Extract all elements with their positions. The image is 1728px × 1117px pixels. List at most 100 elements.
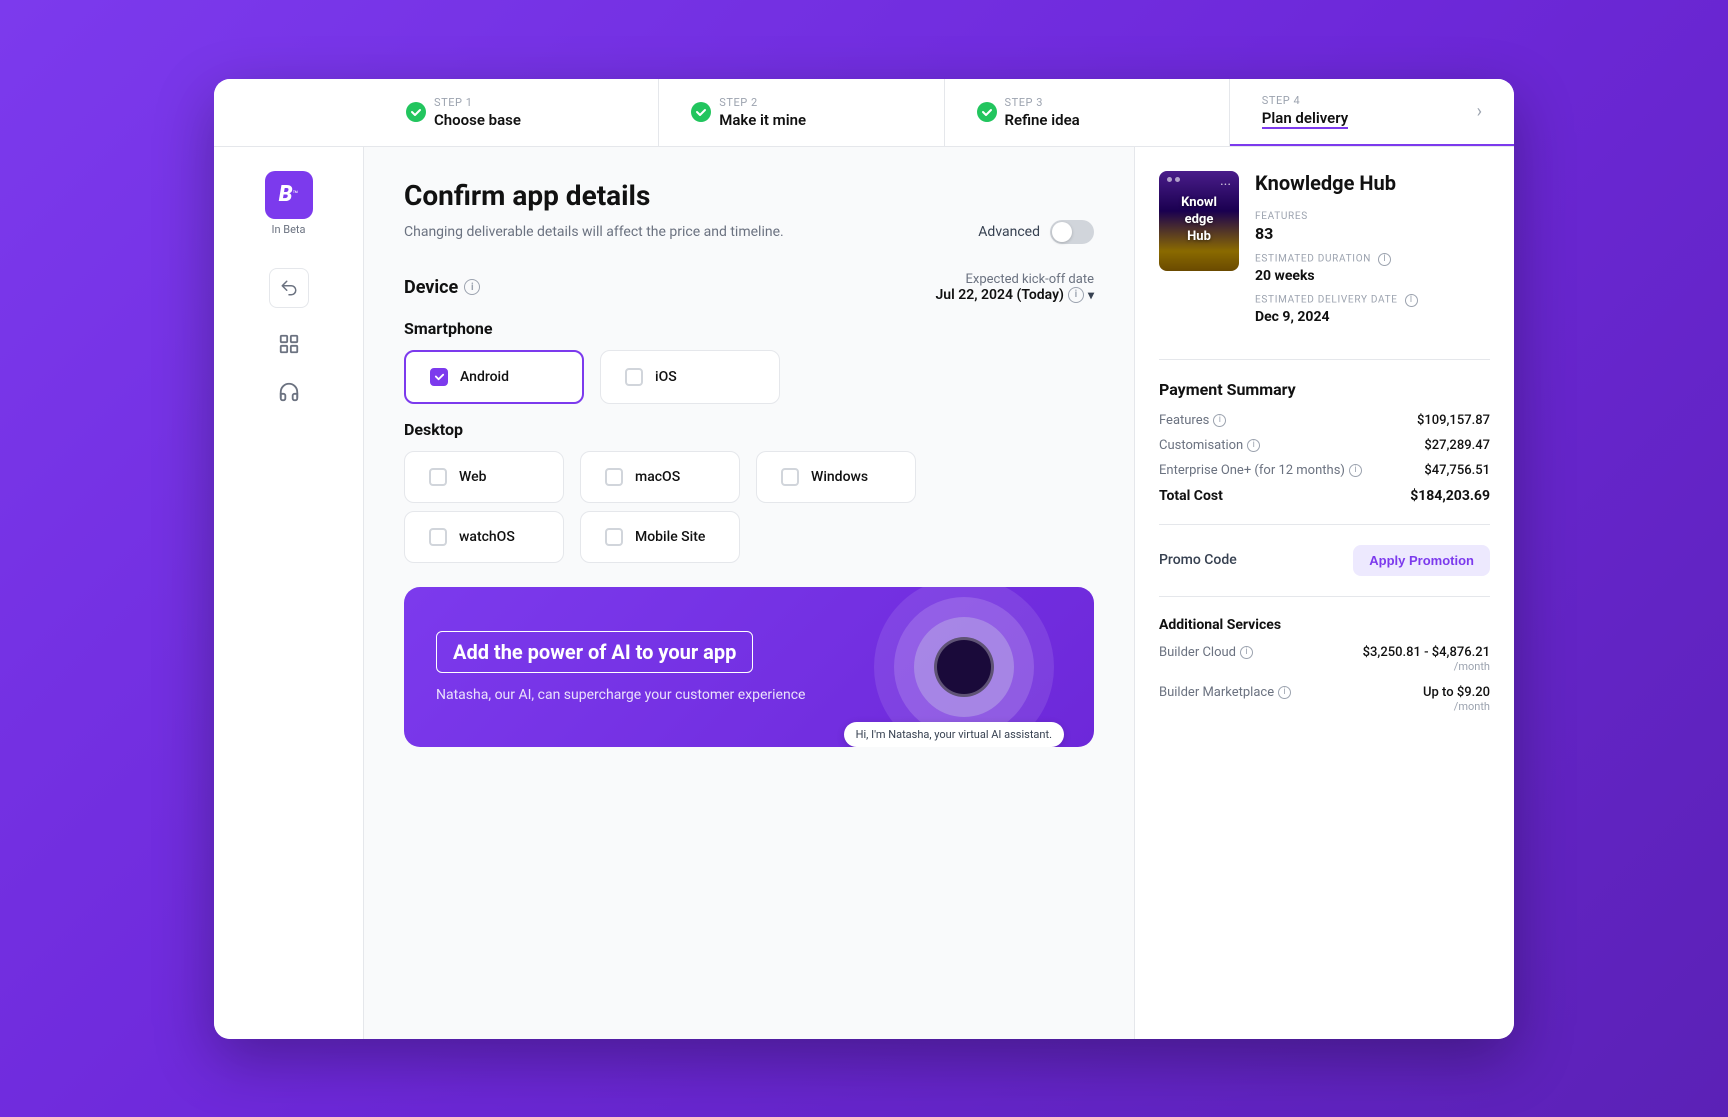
step-2-number: STEP 2 (719, 96, 806, 109)
natasha-bubble: Hi, I'm Natasha, your virtual AI assista… (844, 722, 1064, 747)
custom-payment-info[interactable]: i (1247, 439, 1260, 452)
service-row-marketplace: Builder Marketplace i Up to $9.20 /month (1159, 685, 1490, 713)
panel-divider-3 (1159, 596, 1490, 597)
desktop-options: Web macOS Windows (404, 451, 1094, 503)
right-panel: ··· KnowledgeHub Knowledge Hub FEATURES … (1134, 147, 1514, 1039)
desktop-options-row2: watchOS Mobile Site (404, 511, 1094, 563)
step-3[interactable]: STEP 3 Refine idea (945, 79, 1230, 146)
stepper-next-icon[interactable]: › (1477, 101, 1482, 122)
duration-value: 20 weeks (1255, 268, 1490, 284)
advanced-toggle-switch[interactable] (1050, 220, 1094, 244)
step-4-label: Plan delivery (1262, 109, 1348, 129)
ios-checkbox (625, 368, 643, 386)
step-4-number: STEP 4 (1262, 94, 1348, 107)
features-label: FEATURES (1255, 211, 1490, 222)
step-1-check (406, 102, 426, 122)
logo-area: B™ In Beta (257, 163, 321, 244)
step-3-number: STEP 3 (1005, 96, 1080, 109)
advanced-toggle: Advanced (978, 220, 1094, 244)
advanced-label: Advanced (978, 224, 1040, 240)
back-button[interactable] (269, 268, 309, 308)
smartphone-options: Android iOS (404, 350, 1094, 404)
headset-icon[interactable] (269, 372, 309, 412)
option-mobilesite[interactable]: Mobile Site (580, 511, 740, 563)
payment-row-features: Features i $109,157.87 (1159, 413, 1490, 428)
kickoff-date-value[interactable]: Jul 22, 2024 (Today) i ▾ (936, 287, 1095, 303)
additional-services-title: Additional Services (1159, 617, 1490, 633)
grid-icon[interactable] (269, 324, 309, 364)
web-checkbox (429, 468, 447, 486)
macos-checkbox (605, 468, 623, 486)
service-value-marketplace: Up to $9.20 /month (1423, 685, 1490, 713)
app-thumbnail: ··· KnowledgeHub (1159, 171, 1239, 271)
main-body: B™ In Beta (214, 147, 1514, 1039)
step-2-label: Make it mine (719, 111, 806, 129)
option-web[interactable]: Web (404, 451, 564, 503)
ai-banner-content: Add the power of AI to your app Natasha,… (436, 631, 1062, 703)
option-android[interactable]: Android (404, 350, 584, 404)
mobilesite-checkbox (605, 528, 623, 546)
payment-total-value: $184,203.69 (1410, 488, 1490, 504)
kickoff-date-label: Expected kick-off date (965, 272, 1094, 287)
panel-divider-2 (1159, 524, 1490, 525)
payment-total-label: Total Cost (1159, 488, 1223, 504)
features-meta: FEATURES 83 (1255, 211, 1490, 243)
ai-banner-title-box: Add the power of AI to your app (436, 631, 753, 673)
ai-banner-title: Add the power of AI to your app (453, 640, 736, 664)
option-ios[interactable]: iOS (600, 350, 780, 404)
kickoff-date-section: Expected kick-off date Jul 22, 2024 (Tod… (936, 272, 1095, 303)
step-1-label: Choose base (434, 111, 521, 129)
device-section-header: Device i Expected kick-off date Jul 22, … (404, 272, 1094, 303)
payment-row-custom: Customisation i $27,289.47 (1159, 438, 1490, 453)
duration-info[interactable]: i (1378, 253, 1391, 266)
step-4[interactable]: STEP 4 Plan delivery › (1230, 79, 1514, 146)
web-label: Web (459, 469, 486, 485)
cloud-info-icon[interactable]: i (1240, 646, 1253, 659)
apply-promotion-button[interactable]: Apply Promotion (1353, 545, 1490, 576)
features-payment-info[interactable]: i (1213, 414, 1226, 427)
step-3-label: Refine idea (1005, 111, 1080, 129)
logo-label: In Beta (271, 223, 305, 236)
page-subtitle: Changing deliverable details will affect… (404, 220, 1094, 244)
watchos-checkbox (429, 528, 447, 546)
content-area: Confirm app details Changing deliverable… (364, 147, 1134, 1039)
macos-label: macOS (635, 469, 680, 485)
promo-label: Promo Code (1159, 552, 1237, 568)
service-row-cloud: Builder Cloud i $3,250.81 - $4,876.21 /m… (1159, 645, 1490, 673)
kickoff-info-icon[interactable]: i (1068, 287, 1084, 303)
app-preview: ··· KnowledgeHub Knowledge Hub FEATURES … (1159, 171, 1490, 335)
windows-checkbox (781, 468, 799, 486)
payment-row-enterprise: Enterprise One+ (for 12 months) i $47,75… (1159, 463, 1490, 478)
toggle-knob (1052, 222, 1072, 242)
option-windows[interactable]: Windows (756, 451, 916, 503)
step-3-check (977, 102, 997, 122)
delivery-info[interactable]: i (1405, 294, 1418, 307)
delivery-meta: ESTIMATED DELIVERY DATE i Dec 9, 2024 (1255, 294, 1490, 325)
panel-divider-1 (1159, 359, 1490, 360)
duration-meta: ESTIMATED DURATION i 20 weeks (1255, 253, 1490, 284)
payment-total-row: Total Cost $184,203.69 (1159, 488, 1490, 504)
option-watchos[interactable]: watchOS (404, 511, 564, 563)
payment-value-enterprise: $47,756.51 (1424, 463, 1490, 478)
app-info: Knowledge Hub FEATURES 83 ESTIMATED DURA… (1255, 171, 1490, 335)
step-2[interactable]: STEP 2 Make it mine (659, 79, 944, 146)
device-info-icon[interactable]: i (464, 279, 480, 295)
thumb-dots (1167, 177, 1180, 182)
android-label: Android (460, 369, 509, 385)
step-1-number: STEP 1 (434, 96, 521, 109)
promo-row: Promo Code Apply Promotion (1159, 545, 1490, 576)
delivery-value: Dec 9, 2024 (1255, 309, 1490, 325)
enterprise-payment-info[interactable]: i (1349, 464, 1362, 477)
option-macos[interactable]: macOS (580, 451, 740, 503)
step-1[interactable]: STEP 1 Choose base (374, 79, 659, 146)
logo: B™ (265, 171, 313, 219)
windows-label: Windows (811, 469, 868, 485)
features-value: 83 (1255, 224, 1490, 243)
stepper: STEP 1 Choose base STEP 2 Make it mine S… (214, 79, 1514, 147)
ai-banner[interactable]: Add the power of AI to your app Natasha,… (404, 587, 1094, 747)
payment-value-custom: $27,289.47 (1424, 438, 1490, 453)
marketplace-info-icon[interactable]: i (1278, 686, 1291, 699)
android-checkbox (430, 368, 448, 386)
kickoff-chevron[interactable]: ▾ (1088, 288, 1094, 302)
thumb-text: KnowledgeHub (1173, 187, 1225, 254)
